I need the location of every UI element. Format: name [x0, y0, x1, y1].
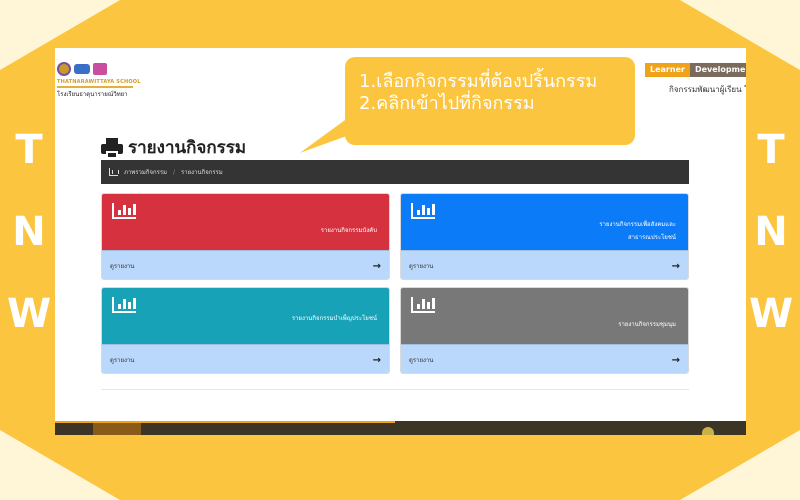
logo-emblems: [57, 61, 137, 77]
card-header[interactable]: รายงานกิจกรรมเพื่อสังคมและสาธารณประโยชน์: [401, 194, 688, 250]
frame-corner-bottom-right: [680, 430, 800, 500]
school-logo[interactable]: THATNARAWITTAYA SCHOOL โรงเรียนธาตุนาราย…: [57, 61, 141, 98]
right-side-letters: T N W: [744, 130, 798, 334]
footer-badge-icon: [702, 427, 714, 435]
arrow-right-icon: →: [372, 260, 381, 272]
side-letter: N: [754, 209, 788, 255]
card-view-report-link[interactable]: ดูรายงาน →: [401, 250, 688, 279]
bar-chart-icon: [112, 297, 136, 313]
bar-chart-icon: [411, 203, 435, 219]
arrow-right-icon: →: [372, 354, 381, 366]
card-header[interactable]: รายงานกิจกรรมบังคับ: [102, 194, 389, 250]
printer-icon: [101, 137, 123, 159]
left-side-letters: T N W: [2, 130, 56, 334]
arrow-right-icon: →: [671, 260, 680, 272]
content-divider: [101, 389, 689, 390]
card-title: รายงานกิจกรรมบำเพ็ญประโยชน์: [291, 315, 377, 322]
report-card-social[interactable]: รายงานกิจกรรมเพื่อสังคมและสาธารณประโยชน์…: [400, 193, 689, 280]
card-title: รายงานกิจกรรมเพื่อสังคมและสาธารณประโยชน์: [599, 221, 676, 241]
footer-image: [93, 423, 141, 435]
side-letter: N: [12, 209, 46, 255]
side-letter: W: [748, 291, 794, 337]
card-header[interactable]: รายงานกิจกรรมชุมนุม: [401, 288, 688, 344]
logo-underline: [57, 86, 133, 88]
page-title: รายงานกิจกรรม: [101, 134, 246, 161]
report-card-volunteer[interactable]: รายงานกิจกรรมบำเพ็ญประโยชน์ ดูรายงาน →: [101, 287, 390, 374]
card-link-label: ดูรายงาน: [409, 263, 434, 270]
breadcrumb-item-current: รายงานกิจกรรม: [181, 169, 223, 176]
card-view-report-link[interactable]: ดูรายงาน →: [102, 250, 389, 279]
card-link-label: ดูรายงาน: [110, 357, 135, 364]
report-card-club[interactable]: รายงานกิจกรรมชุมนุม ดูรายงาน →: [400, 287, 689, 374]
card-link-label: ดูรายงาน: [110, 263, 135, 270]
tab-learner[interactable]: Learner: [645, 63, 690, 77]
school-emblem-icon: [57, 62, 71, 76]
callout-line-2: 2.คลิกเข้าไปที่กิจกรรม: [359, 93, 535, 114]
school-name-th: โรงเรียนธาตุนารายณ์วิทยา: [57, 91, 128, 98]
callout-line-1: 1.เลือกกิจกรรมที่ต้องปริ้นกรรม: [359, 71, 598, 92]
instruction-callout: 1.เลือกกิจกรรมที่ต้องปริ้นกรรม 2.คลิกเข้…: [345, 57, 635, 145]
card-view-report-link[interactable]: ดูรายงาน →: [102, 344, 389, 373]
school-name-en: THATNARAWITTAYA SCHOOL: [57, 79, 141, 85]
card-title: รายงานกิจกรรมชุมนุม: [618, 321, 676, 328]
top-nav-tabs: Learner Development A: [645, 63, 746, 77]
arrow-right-icon: →: [671, 354, 680, 366]
side-letter: T: [15, 127, 43, 173]
card-title: รายงานกิจกรรมบังคับ: [320, 227, 377, 234]
partner-emblem-icon: [74, 64, 90, 74]
obec-emblem-icon: [93, 63, 107, 75]
side-letter: T: [757, 127, 785, 173]
side-letter: W: [6, 291, 52, 337]
tab-development[interactable]: Development: [689, 63, 746, 77]
breadcrumb-item-overview[interactable]: ภาพรวมกิจกรรม: [124, 167, 167, 177]
card-view-report-link[interactable]: ดูรายงาน →: [401, 344, 688, 373]
breadcrumb: ภาพรวมกิจกรรม / รายงานกิจกรรม: [101, 160, 689, 184]
card-header[interactable]: รายงานกิจกรรมบำเพ็ญประโยชน์: [102, 288, 389, 344]
breadcrumb-separator: /: [173, 168, 176, 176]
site-footer: [55, 421, 746, 435]
header-subtitle: กิจกรรมพัฒนาผู้เรียน โรง: [669, 85, 746, 94]
card-link-label: ดูรายงาน: [409, 357, 434, 364]
bar-chart-icon: [411, 297, 435, 313]
report-card-mandatory[interactable]: รายงานกิจกรรมบังคับ ดูรายงาน →: [101, 193, 390, 280]
frame-corner-bottom-left: [0, 430, 120, 500]
bar-chart-icon: [112, 203, 136, 219]
page-title-text: รายงานกิจกรรม: [128, 138, 247, 158]
bar-chart-icon: [109, 168, 119, 176]
